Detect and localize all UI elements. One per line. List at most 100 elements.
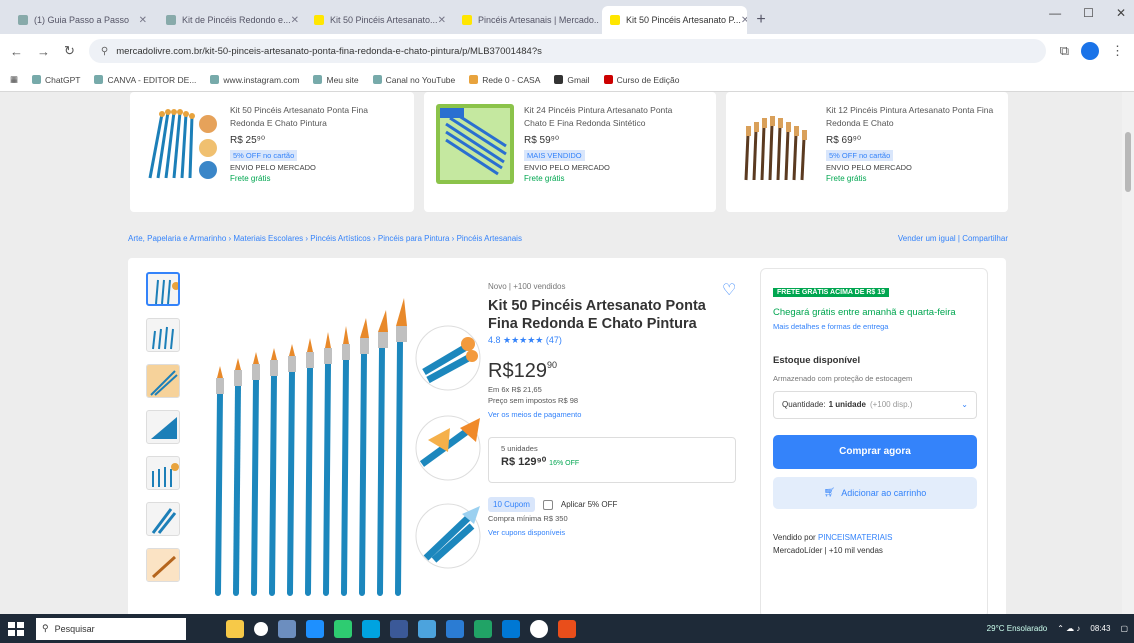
price-note: Preço sem impostos R$ 98 — [488, 396, 579, 406]
product-thumbnail — [436, 104, 514, 184]
tray-icons[interactable]: ⌃ ☁ ♪ — [1057, 624, 1080, 633]
recommendation-info: Kit 12 Pincéis Pintura Artesanato Ponta … — [826, 104, 996, 200]
minimize-icon[interactable]: — — [1049, 6, 1061, 20]
close-tab-icon[interactable]: ✕ — [438, 15, 446, 26]
seller-link[interactable]: PINCEISMATERIAIS — [818, 533, 893, 542]
favorite-heart-icon[interactable]: ♡ — [722, 280, 736, 300]
coupon-chip[interactable]: 10 Cupom — [488, 497, 535, 513]
bookmark-favicon — [469, 75, 479, 84]
url-text: mercadolivre.com.br/kit-50-pinceis-artes… — [116, 45, 542, 57]
browser-tab[interactable]: Kit de Pincéis Redondo e... ✕ — [158, 6, 303, 34]
taskbar-app-icon[interactable] — [306, 619, 324, 638]
gallery-thumbnail[interactable] — [146, 502, 180, 536]
taskbar-app-icon[interactable] — [418, 619, 436, 638]
coupons-link[interactable]: Ver cupons disponíveis — [488, 528, 728, 537]
bookmark-item[interactable]: Canal no YouTube — [372, 75, 455, 85]
tab-favicon — [314, 15, 324, 25]
bookmark-item[interactable]: CANVA - EDITOR DE... — [94, 75, 196, 85]
taskbar-app-icon[interactable] — [362, 619, 380, 638]
quantity-select[interactable]: Quantidade: 1 unidade (+100 disp.) ⌄ — [773, 390, 977, 419]
extensions-icon[interactable]: ⧉ — [1060, 43, 1069, 59]
recommendation-shipping: Frete grátis — [524, 173, 565, 183]
product-rating[interactable]: 4.8 ★★★★★ (47) — [488, 335, 728, 346]
taskbar-app-icon[interactable] — [334, 619, 352, 638]
taskbar-app-icon[interactable] — [446, 619, 464, 638]
close-tab-icon[interactable]: ✕ — [741, 15, 747, 26]
back-icon[interactable]: ← — [10, 44, 23, 59]
gallery-thumbnail[interactable] — [146, 410, 180, 444]
gallery-thumbnail[interactable] — [146, 456, 180, 490]
shipping-details-link[interactable]: Mais detalhes e formas de entrega — [773, 322, 975, 331]
close-tab-icon[interactable]: ✕ — [291, 15, 299, 26]
address-bar[interactable]: ⚲ mercadolivre.com.br/kit-50-pinceis-art… — [88, 39, 1046, 63]
recommendation-info: Kit 24 Pincéis Pintura Artesanato Ponta … — [524, 104, 694, 200]
add-to-cart-button[interactable]: 🛒︎ Adicionar ao carrinho — [773, 476, 977, 509]
buy-now-button[interactable]: Comprar agora — [773, 434, 977, 469]
taskbar-app-icon[interactable] — [390, 619, 408, 638]
apps-icon[interactable]: ▦ — [10, 74, 18, 85]
new-tab-button[interactable]: + — [750, 6, 772, 34]
bookmark-item[interactable]: Meu site — [313, 75, 359, 85]
taskbar-app-icon[interactable] — [226, 619, 244, 638]
recommendation-title[interactable]: Kit 24 Pincéis Pintura Artesanato Ponta … — [524, 104, 694, 130]
bookmark-item[interactable]: Curso de Edição — [603, 75, 679, 85]
thumbnail-list — [146, 272, 182, 594]
buy-box: FRETE GRÁTIS ACIMA DE R$ 19 Chegará grát… — [760, 268, 988, 614]
forward-icon[interactable]: → — [37, 44, 50, 59]
gallery-thumbnail[interactable] — [146, 364, 180, 398]
profile-avatar[interactable] — [1081, 42, 1099, 60]
bookmark-item[interactable]: Rede 0 - CASA — [469, 75, 540, 85]
recommendation-title[interactable]: Kit 50 Pincéis Artesanato Ponta Fina Red… — [230, 104, 400, 130]
breadcrumb-actions[interactable]: Vender um igual | Compartilhar — [898, 234, 1008, 243]
gallery-thumbnail[interactable] — [146, 318, 180, 352]
recommendation-info: Kit 50 Pincéis Artesanato Ponta Fina Red… — [230, 104, 400, 200]
taskbar-app-icon[interactable] — [278, 619, 296, 638]
maximize-icon[interactable]: ☐ — [1083, 6, 1094, 20]
windows-start-icon[interactable] — [6, 620, 26, 638]
taskbar-app-icon[interactable] — [502, 619, 520, 638]
payment-methods-link[interactable]: Ver os meios de pagamento — [488, 410, 728, 419]
notifications-icon[interactable]: ▢ — [1120, 624, 1128, 633]
browser-tab[interactable]: Pincéis Artesanais | Mercado...✕ — [454, 6, 599, 34]
option-label: 5 unidades — [501, 444, 538, 454]
recommendation-price: R$ 69⁹⁰ — [826, 134, 861, 146]
main-product-image[interactable] — [198, 268, 498, 598]
reload-icon[interactable]: ↻ — [64, 43, 75, 59]
taskbar-app-icon[interactable] — [254, 621, 268, 636]
gallery-thumbnail[interactable] — [146, 548, 180, 582]
page-scrollbar[interactable] — [1122, 92, 1134, 614]
window-controls: — ☐ ✕ — [1049, 6, 1126, 20]
bookmark-item[interactable]: www.instagram.com — [210, 75, 299, 85]
clock[interactable]: 08:43 — [1090, 624, 1110, 633]
taskbar-app-icon[interactable] — [474, 619, 492, 638]
weather-widget[interactable]: 29°C Ensolarado — [987, 624, 1048, 633]
recommendation-card[interactable]: Kit 24 Pincéis Pintura Artesanato Ponta … — [424, 92, 716, 212]
quantity-option-box[interactable]: 5 unidades R$ 129⁹⁰ 16% OFF — [488, 437, 736, 484]
bookmark-item[interactable]: ChatGPT — [32, 75, 80, 85]
seller-info: Vendido por PINCEISMATERIAIS — [773, 532, 893, 542]
menu-icon[interactable]: ⋮ — [1111, 43, 1124, 59]
shipping-info: Chegará grátis entre amanhã e quarta-fei… — [773, 307, 956, 318]
scrollbar-thumb[interactable] — [1125, 132, 1131, 192]
recommendation-card[interactable]: Kit 50 Pincéis Artesanato Ponta Fina Red… — [130, 92, 414, 212]
tab-favicon — [610, 15, 620, 25]
recommendation-title[interactable]: Kit 12 Pincéis Pintura Artesanato Ponta … — [826, 104, 996, 130]
recommendation-card[interactable]: Kit 12 Pincéis Pintura Artesanato Ponta … — [726, 92, 1008, 212]
browser-tab[interactable]: Kit 50 Pincéis Artesanato... ✕ — [306, 6, 451, 34]
coupon-row: 10 Cupom Aplicar 5% OFF — [488, 497, 728, 513]
chevron-down-icon: ⌄ — [961, 400, 968, 410]
bookmark-favicon — [603, 75, 613, 84]
taskbar-search[interactable]: ⚲ Pesquisar — [36, 617, 186, 640]
gallery-thumbnail[interactable] — [146, 272, 180, 306]
close-window-icon[interactable]: ✕ — [1116, 6, 1126, 20]
site-info-icon[interactable]: ⚲ — [101, 46, 108, 57]
browser-tab-active[interactable]: Kit 50 Pincéis Artesanato P... ✕ — [602, 6, 747, 34]
taskbar-app-icon[interactable] — [530, 619, 548, 638]
close-tab-icon[interactable]: ✕ — [139, 15, 147, 26]
taskbar-app-icon[interactable] — [558, 619, 576, 638]
browser-tab[interactable]: (1) Guia Passo a Passo ✕ — [10, 6, 155, 34]
product-info: Novo | +100 vendidos Kit 50 Pincéis Arte… — [488, 282, 736, 537]
bookmark-item[interactable]: Gmail — [554, 75, 590, 85]
breadcrumb-path[interactable]: Arte, Papelaria e Armarinho › Materiais … — [128, 234, 522, 243]
coupon-checkbox[interactable] — [542, 499, 553, 510]
